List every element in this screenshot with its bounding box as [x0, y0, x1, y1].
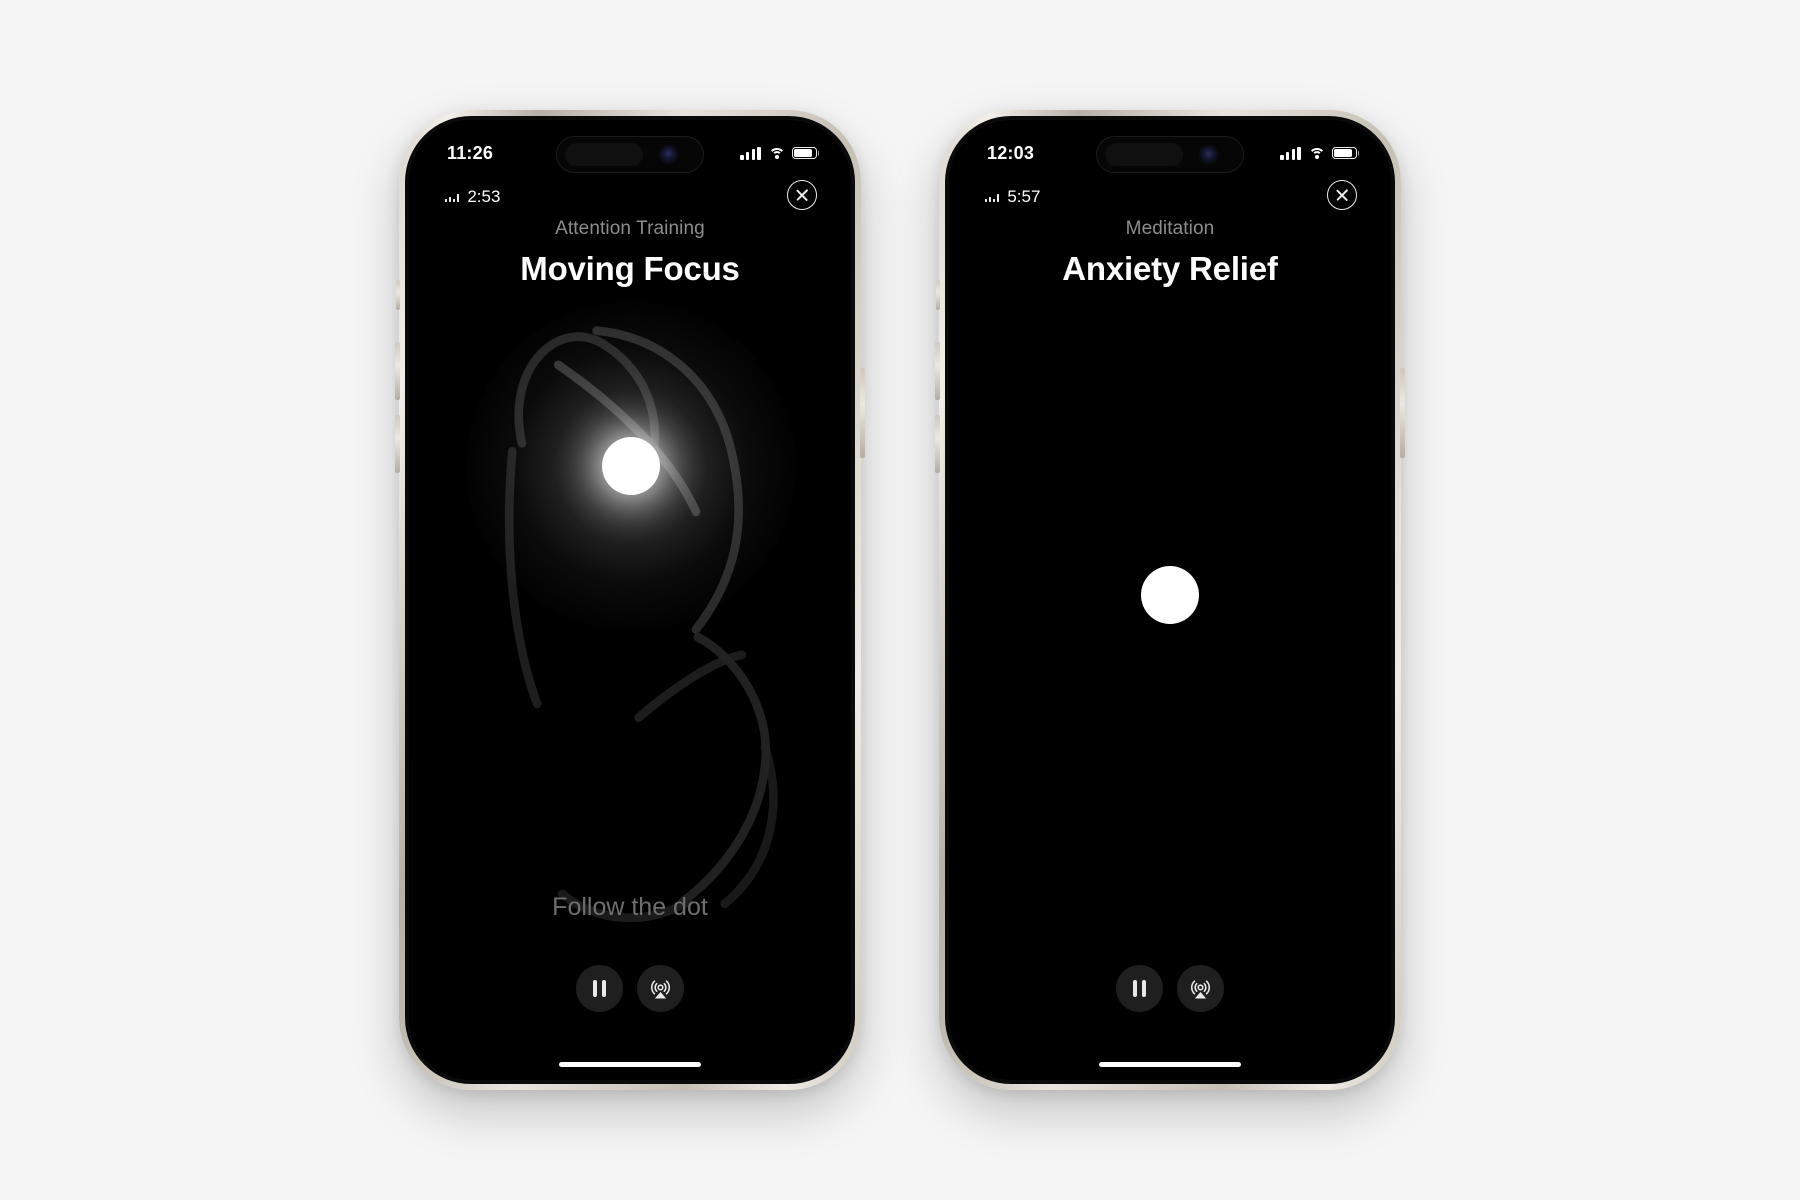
pause-button[interactable]: [576, 965, 623, 1012]
phone-device-left: 11:26 2:53 Attention Training Moving Foc…: [395, 110, 865, 1090]
power-button[interactable]: [1400, 368, 1405, 458]
front-camera-icon: [661, 147, 676, 162]
session-category: Meditation: [1125, 218, 1215, 239]
session-elapsed-time: 2:53: [467, 187, 501, 206]
session-timer-row-right: 5:57: [985, 188, 1040, 205]
playback-controls-right: [949, 965, 1391, 1012]
volume-up-button[interactable]: [395, 342, 400, 400]
pause-icon: [1133, 980, 1146, 997]
cellular-mini-icon: [985, 194, 1000, 205]
phone-bezel-right: 12:03 5:57 Meditation Anxiety Relief: [945, 116, 1395, 1084]
cellular-signal-icon: [740, 146, 761, 160]
screenshot-stage: 11:26 2:53 Attention Training Moving Foc…: [0, 0, 1800, 1200]
wifi-icon: [1308, 147, 1325, 160]
status-indicators: [1280, 139, 1357, 160]
status-clock: 12:03: [987, 142, 1035, 163]
phone-screen-left: 11:26 2:53 Attention Training Moving Foc…: [409, 120, 851, 1080]
airplay-button[interactable]: [1177, 965, 1224, 1012]
session-elapsed-time: 5:57: [1007, 187, 1041, 206]
airplay-button[interactable]: [637, 965, 684, 1012]
front-camera-icon: [1201, 147, 1216, 162]
dynamic-island[interactable]: [556, 136, 704, 173]
volume-down-button[interactable]: [935, 415, 940, 473]
session-header-left: Attention Training Moving Focus: [409, 218, 851, 288]
status-indicators: [740, 139, 817, 160]
island-pill: [1105, 143, 1183, 166]
cellular-mini-icon: [445, 194, 460, 205]
session-category: Attention Training: [555, 218, 705, 239]
session-hint-text: Follow the dot: [552, 893, 708, 921]
close-icon[interactable]: [1327, 180, 1357, 210]
status-clock: 11:26: [447, 142, 494, 163]
phone-bezel-left: 11:26 2:53 Attention Training Moving Foc…: [405, 116, 855, 1084]
home-indicator[interactable]: [559, 1061, 701, 1067]
wifi-icon: [768, 147, 785, 160]
playback-controls-left: [409, 965, 851, 1012]
session-timer-row-left: 2:53: [445, 188, 500, 205]
session-title: Moving Focus: [520, 250, 740, 287]
island-pill: [565, 143, 643, 166]
cellular-signal-icon: [1280, 146, 1301, 160]
focus-dot: [601, 436, 660, 495]
pause-button[interactable]: [1116, 965, 1163, 1012]
close-icon[interactable]: [787, 180, 817, 210]
silent-switch[interactable]: [396, 280, 400, 310]
battery-icon: [792, 146, 817, 160]
session-title: Anxiety Relief: [1062, 250, 1278, 287]
volume-up-button[interactable]: [935, 342, 940, 400]
session-header-right: Meditation Anxiety Relief: [949, 218, 1391, 288]
airplay-icon: [650, 980, 671, 999]
battery-icon: [1332, 146, 1357, 160]
dynamic-island[interactable]: [1096, 136, 1244, 173]
phone-screen-right: 12:03 5:57 Meditation Anxiety Relief: [949, 120, 1391, 1080]
volume-down-button[interactable]: [395, 415, 400, 473]
phone-device-right: 12:03 5:57 Meditation Anxiety Relief: [935, 110, 1405, 1090]
silent-switch[interactable]: [936, 280, 940, 310]
home-indicator[interactable]: [1099, 1061, 1241, 1067]
airplay-icon: [1190, 980, 1211, 999]
pause-icon: [593, 980, 606, 997]
focus-dot: [1141, 566, 1199, 625]
power-button[interactable]: [860, 368, 865, 458]
